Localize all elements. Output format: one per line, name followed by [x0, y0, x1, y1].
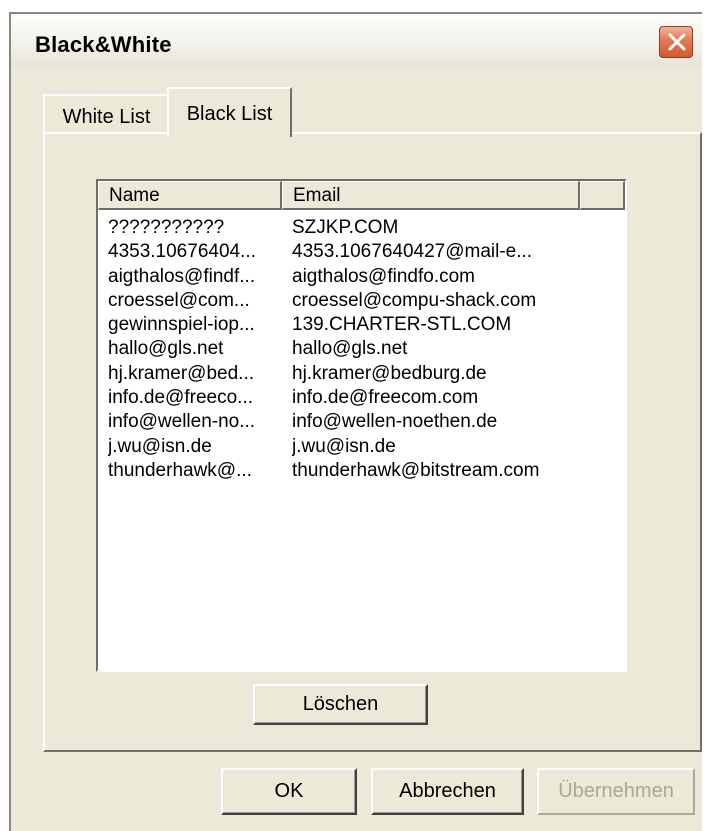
- row-email: thunderhawk@bitstream.com: [292, 459, 540, 481]
- list-row[interactable]: info@wellen-no... info@wellen-noethen.de: [98, 410, 625, 434]
- row-name: j.wu@isn.de: [108, 435, 212, 457]
- list-row[interactable]: thunderhawk@... thunderhawk@bitstream.com: [98, 459, 625, 483]
- window-title: Black&White: [35, 32, 172, 57]
- list-row[interactable]: croessel@com... croessel@compu-shack.com: [98, 289, 625, 313]
- column-header-email[interactable]: Email: [282, 181, 580, 210]
- row-email: SZJKP.COM: [292, 217, 399, 238]
- row-email: info@wellen-noethen.de: [292, 411, 498, 433]
- row-email: croessel@compu-shack.com: [292, 289, 537, 311]
- row-email: j.wu@isn.de: [292, 435, 396, 457]
- row-name: info@wellen-no...: [108, 411, 256, 433]
- list-row[interactable]: info.de@freeco... info.de@freecom.com: [98, 386, 625, 410]
- tab-label: Black List: [186, 103, 273, 125]
- row-name: gewinnspiel-iop...: [108, 314, 255, 336]
- tab-panel: Name Email ??????????? SZJKP.COM 4353.106…: [43, 132, 702, 752]
- row-email: 139.CHARTER-STL.COM: [292, 314, 512, 336]
- row-email: aigthalos@findfo.com: [292, 265, 475, 287]
- close-x-icon: [668, 33, 686, 51]
- row-email: 4353.1067640427@mail-e...: [292, 241, 533, 263]
- row-name: croessel@com...: [108, 289, 250, 311]
- row-name: thunderhawk@...: [108, 459, 252, 481]
- close-button[interactable]: [659, 26, 693, 58]
- row-email: info.de@freecom.com: [292, 387, 479, 409]
- title-bar[interactable]: Black&White: [11, 14, 702, 66]
- row-name: 4353.10676404...: [108, 241, 256, 263]
- tab-label: White List: [62, 106, 151, 128]
- list-rows: ??????????? SZJKP.COM 4353.10676404... 435…: [98, 216, 625, 483]
- list-row[interactable]: 4353.10676404... 4353.1067640427@mail-e..…: [98, 240, 625, 264]
- cancel-button[interactable]: Abbrechen: [371, 768, 524, 815]
- column-header-name[interactable]: Name: [98, 181, 282, 210]
- row-email: hallo@gls.net: [292, 338, 408, 360]
- blacklist-listview[interactable]: Name Email ??????????? SZJKP.COM 4353.106…: [96, 179, 627, 672]
- apply-button: Übernehmen: [537, 768, 695, 815]
- list-row[interactable]: ??????????? SZJKP.COM: [98, 216, 625, 240]
- row-name: ???????????: [108, 217, 225, 238]
- row-name: info.de@freeco...: [108, 387, 253, 409]
- list-row[interactable]: j.wu@isn.de j.wu@isn.de: [98, 435, 625, 459]
- row-name: hallo@gls.net: [108, 338, 224, 360]
- tab-black-list[interactable]: Black List: [167, 87, 292, 137]
- column-header-filler: [580, 181, 625, 210]
- row-name: hj.kramer@bed...: [108, 362, 255, 384]
- delete-button[interactable]: Löschen: [253, 684, 428, 725]
- list-row[interactable]: gewinnspiel-iop... 139.CHARTER-STL.COM: [98, 313, 625, 337]
- tab-white-list[interactable]: White List: [43, 94, 170, 134]
- list-row[interactable]: hallo@gls.net hallo@gls.net: [98, 337, 625, 361]
- dialog-window: Black&White White List Black List Name E…: [9, 12, 702, 831]
- ok-button[interactable]: OK: [221, 768, 357, 815]
- list-header: Name Email: [98, 181, 625, 210]
- list-row[interactable]: hj.kramer@bed... hj.kramer@bedburg.de: [98, 362, 625, 386]
- row-name: aigthalos@findf...: [108, 265, 256, 287]
- list-row[interactable]: aigthalos@findf... aigthalos@findfo.com: [98, 265, 625, 289]
- row-email: hj.kramer@bedburg.de: [292, 362, 487, 384]
